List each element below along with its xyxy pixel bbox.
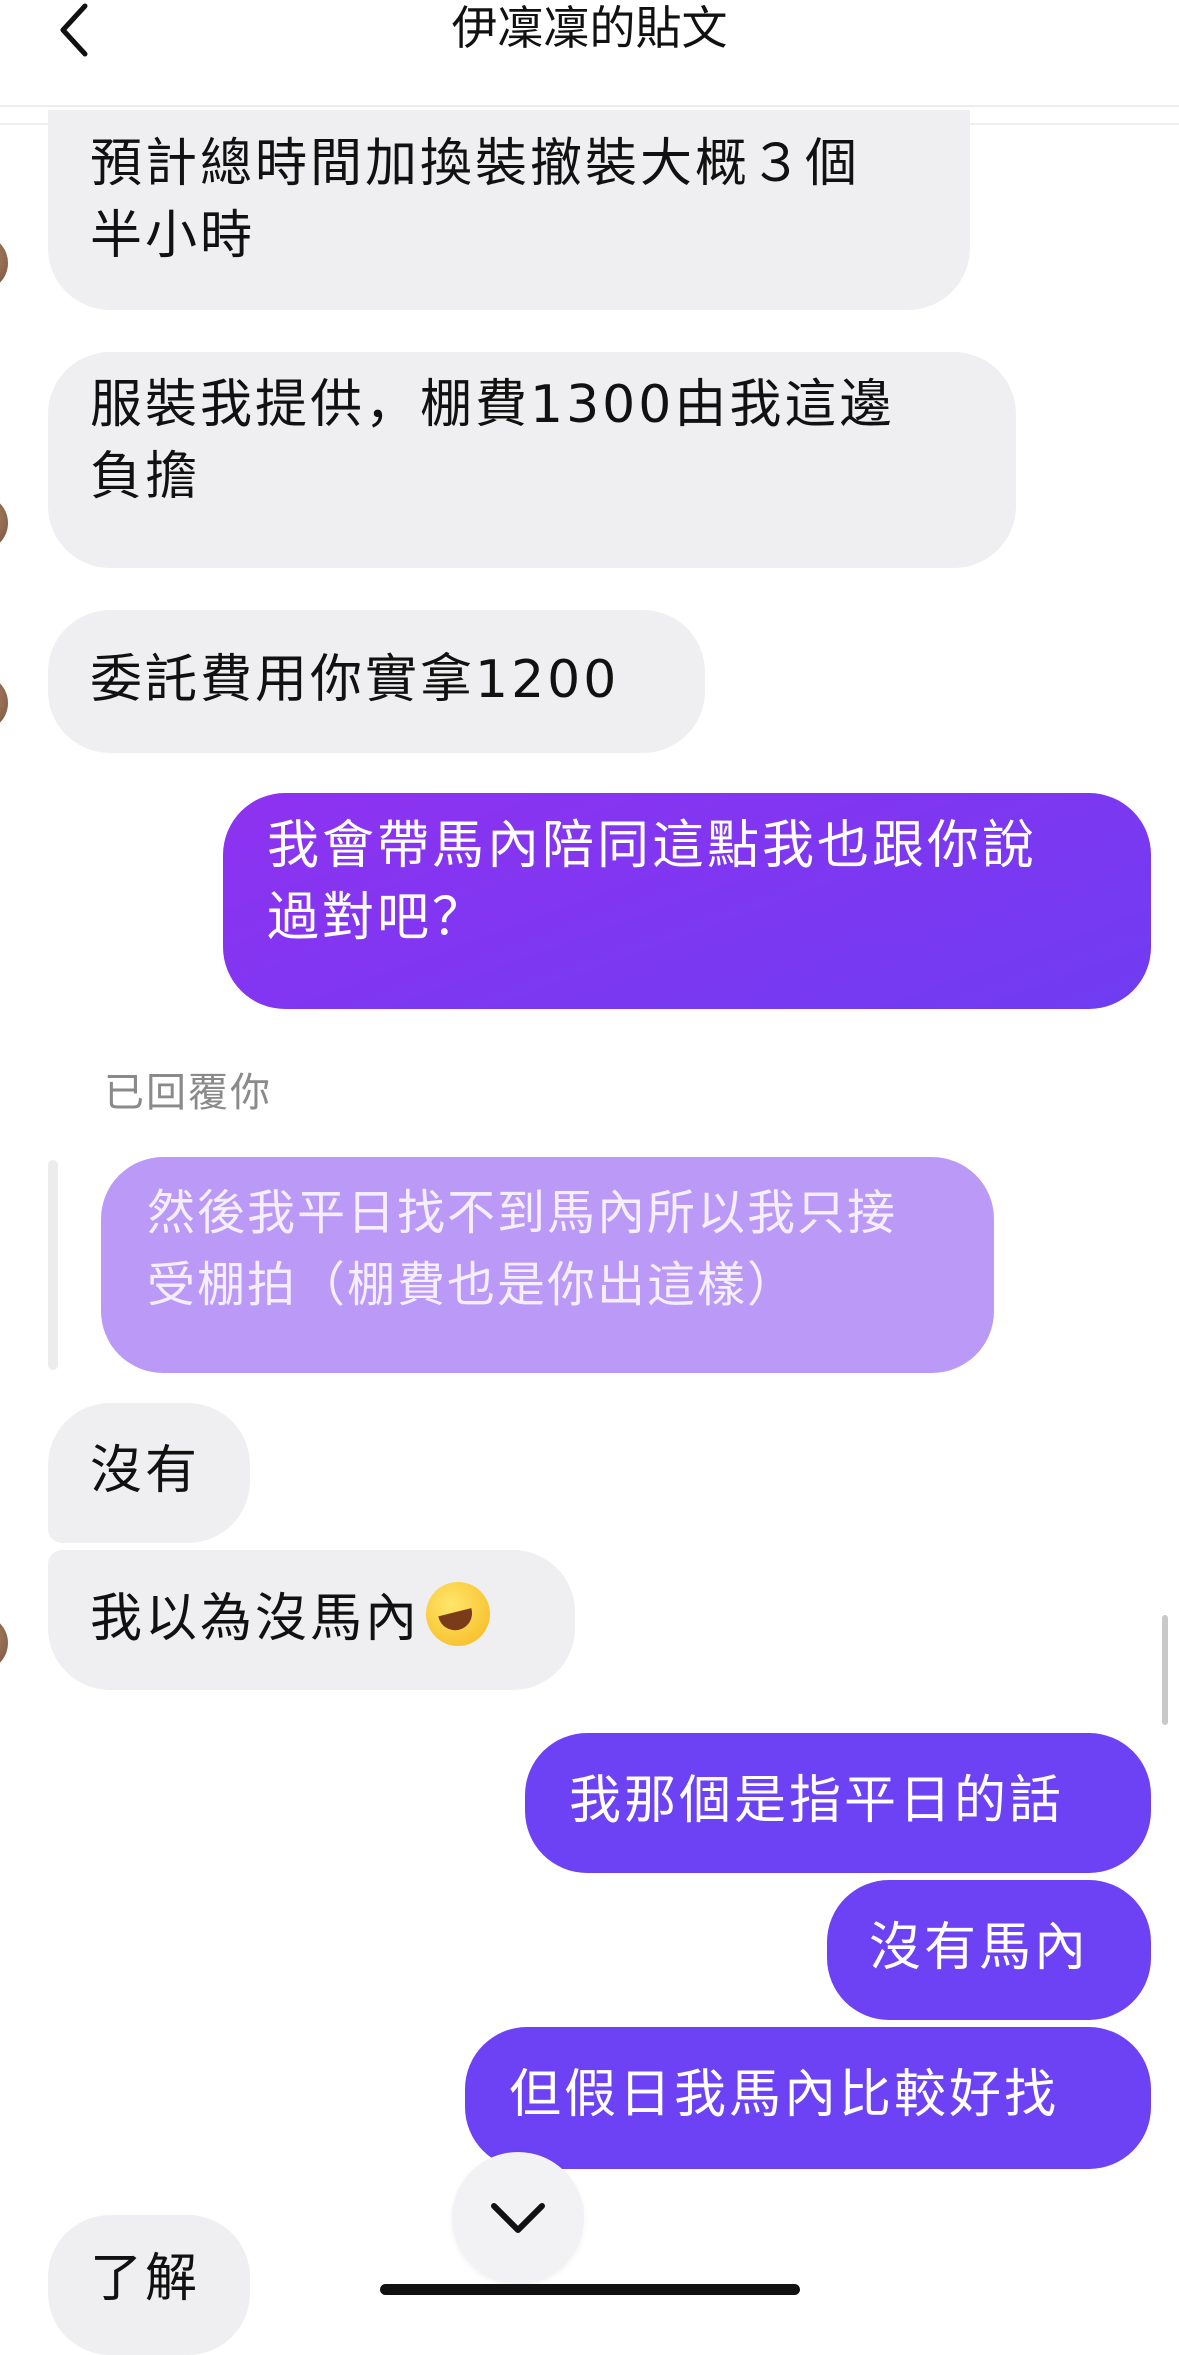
message-text-line: 我會帶馬內陪同這點我也跟你說 (267, 816, 1038, 876)
replied-to-you-label: 已回覆你 (104, 1070, 272, 1116)
message-text-line: 沒有馬內 (869, 1918, 1090, 1978)
message-text-line: 過對吧？ (267, 888, 488, 948)
home-indicator[interactable] (380, 2284, 800, 2295)
quote-text-line: 然後我平日找不到馬內所以我只接 (147, 1185, 898, 1241)
top-bar: 伊凜凜的貼文 (0, 0, 1179, 107)
message-text-line: 負擔 (90, 447, 201, 507)
incoming-message-bubble[interactable]: 委託費用你實拿1200 (48, 610, 705, 753)
outgoing-message-bubble[interactable]: 沒有馬內 (827, 1880, 1151, 2020)
quote-text-line: 受棚拍（棚費也是你出這樣） (147, 1257, 798, 1313)
quoted-reply-bubble[interactable]: 然後我平日找不到馬內所以我只接 受棚拍（棚費也是你出這樣） (101, 1157, 994, 1373)
message-text-line: 服裝我提供，棚費1300由我這邊 (90, 375, 895, 435)
sender-avatar[interactable] (0, 1615, 8, 1671)
incoming-message-bubble[interactable]: 預計總時間加換裝撤裝大概３個 半小時 (48, 110, 970, 310)
incoming-message-bubble[interactable]: 我以為沒馬內 (48, 1550, 575, 1690)
message-text-line: 了解 (90, 2249, 201, 2309)
outgoing-message-bubble[interactable]: 但假日我馬內比較好找 (465, 2027, 1151, 2169)
message-text-line: 預計總時間加換裝撤裝大概３個 (90, 134, 861, 194)
sender-avatar[interactable] (0, 675, 8, 731)
quote-indicator-bar (48, 1160, 58, 1370)
outgoing-message-bubble[interactable]: 我那個是指平日的話 (525, 1733, 1151, 1873)
message-text-line: 委託費用你實拿1200 (90, 650, 620, 710)
outgoing-message-bubble[interactable]: 我會帶馬內陪同這點我也跟你說 過對吧？ (223, 793, 1151, 1009)
page-title: 伊凜凜的貼文 (451, 1, 728, 55)
message-text-line: 我那個是指平日的話 (569, 1771, 1065, 1831)
scroll-to-bottom-button[interactable] (452, 2152, 584, 2284)
chevron-down-icon (491, 2203, 545, 2233)
sender-avatar[interactable] (0, 235, 8, 291)
message-text-line: 但假日我馬內比較好找 (509, 2065, 1060, 2125)
message-text-line: 我以為沒馬內 (90, 1589, 421, 1649)
message-text-line: 半小時 (90, 206, 256, 266)
sender-avatar[interactable] (0, 495, 8, 551)
laughing-emoji-icon (426, 1582, 491, 1646)
scrollbar[interactable] (1162, 1615, 1168, 1725)
incoming-message-bubble[interactable]: 了解 (48, 2215, 250, 2355)
incoming-message-bubble[interactable]: 沒有 (48, 1403, 250, 1543)
message-text-line: 沒有 (90, 1441, 201, 1501)
incoming-message-bubble[interactable]: 服裝我提供，棚費1300由我這邊 負擔 (48, 352, 1016, 568)
